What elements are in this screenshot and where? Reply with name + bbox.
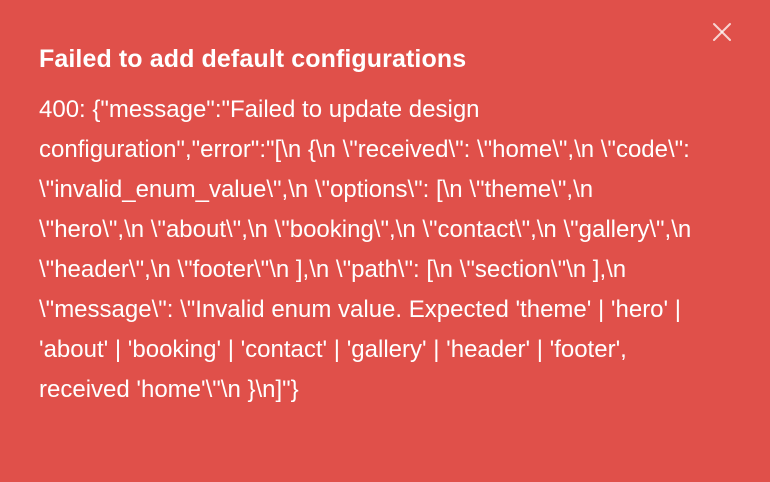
toast-title: Failed to add default configurations	[39, 45, 467, 73]
toast-message: 400: {"message":"Failed to update design…	[39, 96, 692, 403]
close-button[interactable]	[710, 20, 734, 44]
close-icon[interactable]	[712, 22, 732, 42]
error-toast: Failed to add default configurations 400…	[0, 0, 770, 482]
